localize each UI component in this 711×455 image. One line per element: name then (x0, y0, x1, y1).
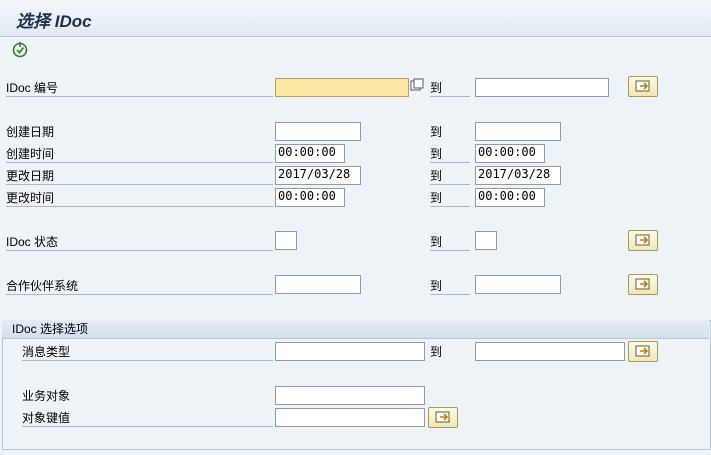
business-object-label: 业务对象 (22, 389, 71, 403)
idoc-number-multi-select-button[interactable] (628, 76, 658, 97)
title-bar (0, 0, 711, 37)
changed-at-low-input[interactable]: 00:00:00 (275, 188, 345, 207)
created-on-label: 创建日期 (6, 125, 55, 139)
idoc-number-to-label: 到 (430, 80, 470, 97)
business-object-input[interactable] (275, 386, 425, 405)
partner-system-label: 合作伙伴系统 (6, 278, 273, 295)
execute-icon[interactable] (11, 40, 29, 58)
message-type-multi-select-button[interactable] (628, 341, 658, 362)
changed-on-low-input[interactable]: 2017/03/28 (275, 166, 361, 185)
idoc-status-multi-select-button[interactable] (628, 230, 658, 251)
created-at-to-label: 到 (430, 146, 470, 163)
multiple-selection-icon[interactable] (410, 78, 424, 94)
toolbar (0, 37, 711, 65)
idoc-status-high-input[interactable] (475, 231, 497, 250)
created-on-high-input[interactable] (475, 122, 561, 141)
created-at-high-input[interactable]: 00:00:00 (475, 144, 545, 163)
partner-system-high-input[interactable] (475, 275, 561, 294)
partner-system-low-input[interactable] (275, 275, 361, 294)
idoc-number-high-input[interactable] (475, 78, 609, 97)
object-key-label: 对象键值 (22, 410, 273, 427)
page-title: 选择 IDoc (16, 12, 92, 31)
changed-at-to-label: 到 (430, 190, 470, 207)
created-at-label: 创建时间 (6, 146, 273, 163)
changed-on-high-input[interactable]: 2017/03/28 (475, 166, 561, 185)
idoc-status-low-input[interactable] (275, 231, 297, 250)
changed-at-label: 更改时间 (6, 190, 273, 207)
object-key-input[interactable] (275, 408, 425, 427)
idoc-status-label: IDoc 状态 (6, 234, 273, 251)
idoc-number-label: IDoc 编号 (6, 80, 273, 97)
idoc-number-low-input[interactable] (275, 78, 409, 97)
partner-system-to-label: 到 (430, 278, 470, 295)
object-key-multi-select-button[interactable] (428, 407, 458, 428)
idoc-status-to-label: 到 (430, 234, 470, 251)
changed-on-to-label: 到 (430, 168, 470, 185)
message-type-label: 消息类型 (22, 344, 273, 361)
group-title: IDoc 选择选项 (12, 322, 89, 336)
message-type-high-input[interactable] (475, 342, 625, 361)
partner-system-multi-select-button[interactable] (628, 274, 658, 295)
changed-at-high-input[interactable]: 00:00:00 (475, 188, 545, 207)
message-type-to-label: 到 (430, 345, 443, 359)
changed-on-label: 更改日期 (6, 168, 273, 185)
idoc-selection-options-group (2, 320, 711, 450)
group-header (2, 320, 709, 339)
message-type-low-input[interactable] (275, 342, 425, 361)
created-on-to-label: 到 (430, 125, 443, 139)
created-at-low-input[interactable]: 00:00:00 (275, 144, 345, 163)
created-on-low-input[interactable] (275, 122, 361, 141)
